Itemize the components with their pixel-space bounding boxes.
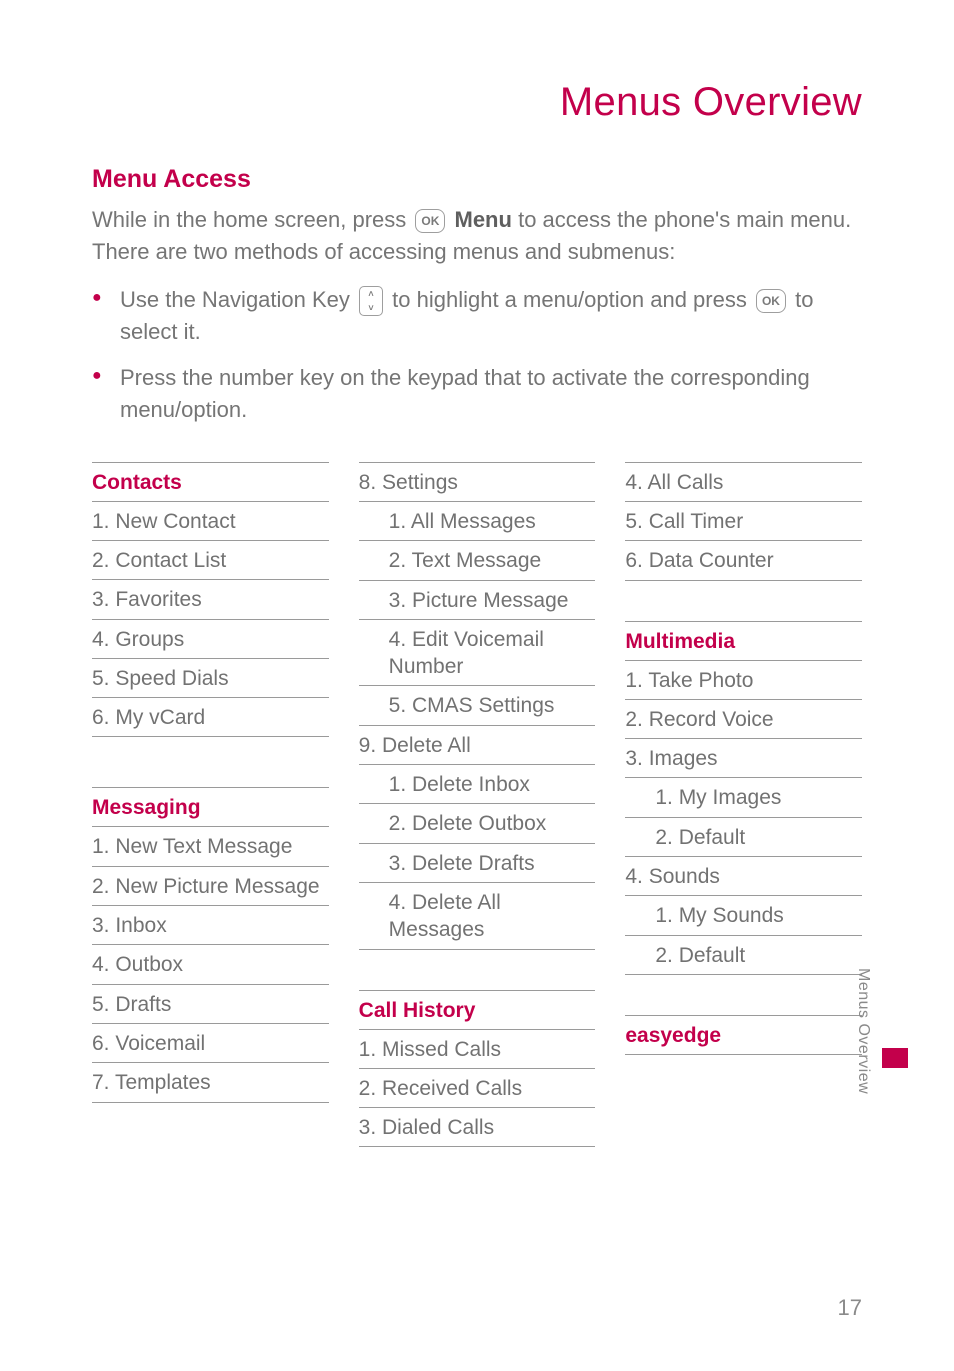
list-item: 3. Inbox: [92, 906, 329, 945]
page-number: 17: [838, 1295, 862, 1321]
side-tab: Menus Overview: [872, 908, 902, 1098]
bullet1-a: Use the Navigation Key: [120, 287, 356, 312]
list-item: 2. Default: [625, 936, 862, 975]
ok-key-icon: OK: [415, 209, 445, 233]
bullet-number-key: Press the number key on the keypad that …: [92, 362, 862, 426]
bullet-navigation-key: Use the Navigation Key ˄˅ to highlight a…: [92, 284, 862, 348]
list-item: 3. Dialed Calls: [359, 1108, 596, 1147]
list-item: 1. Delete Inbox: [359, 765, 596, 804]
list-item: 8. Settings: [359, 462, 596, 502]
list-item: 5. Drafts: [92, 985, 329, 1024]
list-item: 5. CMAS Settings: [359, 686, 596, 725]
list-item: 3. Delete Drafts: [359, 844, 596, 883]
column-1: Contacts 1. New Contact 2. Contact List …: [92, 462, 329, 1153]
list-item: 5. Call Timer: [625, 502, 862, 541]
list-item: 6. My vCard: [92, 698, 329, 737]
list-item: 4. Outbox: [92, 945, 329, 984]
side-tab-marker: [882, 1048, 908, 1068]
list-item: 2. Default: [625, 818, 862, 857]
list-item: 1. Take Photo: [625, 661, 862, 700]
multimedia-heading: Multimedia: [625, 621, 862, 661]
list-item: 4. Sounds: [625, 857, 862, 896]
side-tab-label: Menus Overview: [852, 968, 872, 1094]
list-item: 1. My Sounds: [625, 896, 862, 935]
list-item: 6. Voicemail: [92, 1024, 329, 1063]
list-item: 4. Delete All Messages: [359, 883, 596, 950]
intro-menu-word: Menu: [455, 207, 512, 232]
contacts-heading: Contacts: [92, 462, 329, 502]
list-item: 4. Groups: [92, 620, 329, 659]
list-item: 3. Favorites: [92, 580, 329, 619]
list-item: 4. Edit Voicemail Number: [359, 620, 596, 687]
bullet1-b: to highlight a menu/option and press: [392, 287, 753, 312]
list-item: 7. Templates: [92, 1063, 329, 1102]
list-item: 4. All Calls: [625, 462, 862, 502]
easyedge-heading: easyedge: [625, 1015, 862, 1055]
menu-access-heading: Menu Access: [92, 165, 862, 194]
messaging-heading: Messaging: [92, 787, 329, 827]
list-item: 1. New Text Message: [92, 827, 329, 866]
list-item: 2. Text Message: [359, 541, 596, 580]
list-item: 1. My Images: [625, 778, 862, 817]
list-item: 2. Contact List: [92, 541, 329, 580]
column-3: 4. All Calls 5. Call Timer 6. Data Count…: [625, 462, 862, 1153]
list-item: 3. Picture Message: [359, 581, 596, 620]
list-item: 6. Data Counter: [625, 541, 862, 580]
column-2: 8. Settings 1. All Messages 2. Text Mess…: [359, 462, 596, 1153]
list-item: 9. Delete All: [359, 726, 596, 765]
list-item: 2. Record Voice: [625, 700, 862, 739]
ok-key-icon: OK: [756, 289, 786, 313]
list-item: 1. New Contact: [92, 502, 329, 541]
list-item: 2. Delete Outbox: [359, 804, 596, 843]
intro-paragraph: While in the home screen, press OK Menu …: [92, 204, 862, 268]
intro-text-a: While in the home screen, press: [92, 207, 412, 232]
list-item: 5. Speed Dials: [92, 659, 329, 698]
call-history-heading: Call History: [359, 990, 596, 1030]
list-item: 2. Received Calls: [359, 1069, 596, 1108]
list-item: 3. Images: [625, 739, 862, 778]
page-title: Menus Overview: [92, 80, 862, 125]
list-item: 1. All Messages: [359, 502, 596, 541]
navigation-key-icon: ˄˅: [359, 286, 383, 316]
list-item: 1. Missed Calls: [359, 1030, 596, 1069]
list-item: 2. New Picture Message: [92, 867, 329, 906]
